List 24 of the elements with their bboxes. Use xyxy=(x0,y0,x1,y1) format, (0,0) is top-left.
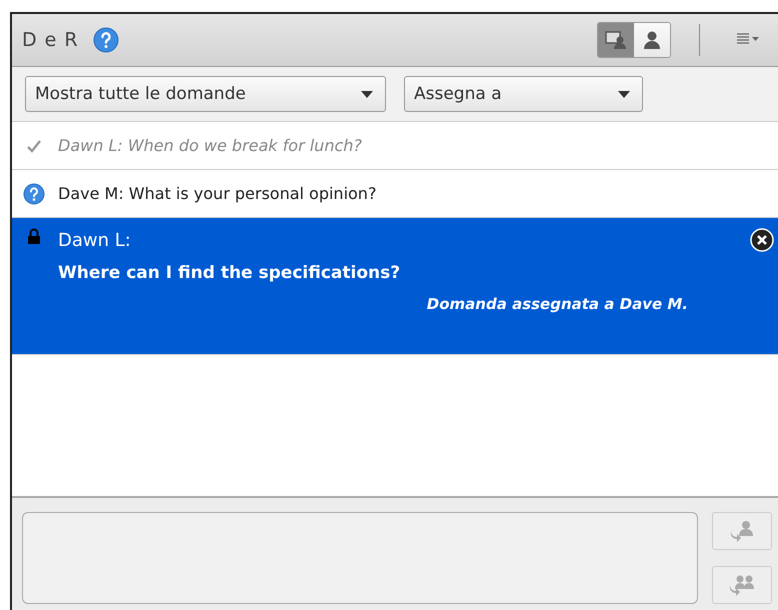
menu-icon xyxy=(736,32,760,44)
checkmark-icon xyxy=(26,138,42,152)
person-icon xyxy=(642,30,662,50)
question-text: Dave M: What is your personal opinion? xyxy=(58,184,376,203)
question-filter-dropdown[interactable]: Mostra tutte le domande xyxy=(25,76,386,112)
lock-icon xyxy=(27,228,41,244)
help-icon[interactable] xyxy=(92,27,119,53)
question-author: Dawn L: xyxy=(58,230,132,251)
question-item[interactable]: Dawn L: Where can I find the specifications? Domanda assegnata a Dave M. xyxy=(12,218,778,355)
question-item[interactable]: Dawn L: When do we break for lunch? xyxy=(12,122,778,170)
close-icon xyxy=(750,228,774,252)
presenter-view-button[interactable] xyxy=(598,23,634,57)
dropdown-arrow-icon xyxy=(618,90,630,98)
panel-title: D e R xyxy=(22,29,79,51)
assignment-note: Domanda assegnata a Dave M. xyxy=(426,295,688,313)
question-icon xyxy=(23,182,45,204)
arrow-people-icon xyxy=(728,574,756,596)
arrow-person-icon xyxy=(729,520,755,542)
dropdown-arrow-icon xyxy=(361,90,373,98)
question-text: Dawn L: When do we break for lunch? xyxy=(58,136,362,155)
question-text: Where can I find the specifications? xyxy=(58,263,402,283)
participant-view-button[interactable] xyxy=(634,23,670,57)
assign-dropdown[interactable]: Assegna a xyxy=(404,76,643,112)
monitor-person-icon xyxy=(605,30,627,50)
